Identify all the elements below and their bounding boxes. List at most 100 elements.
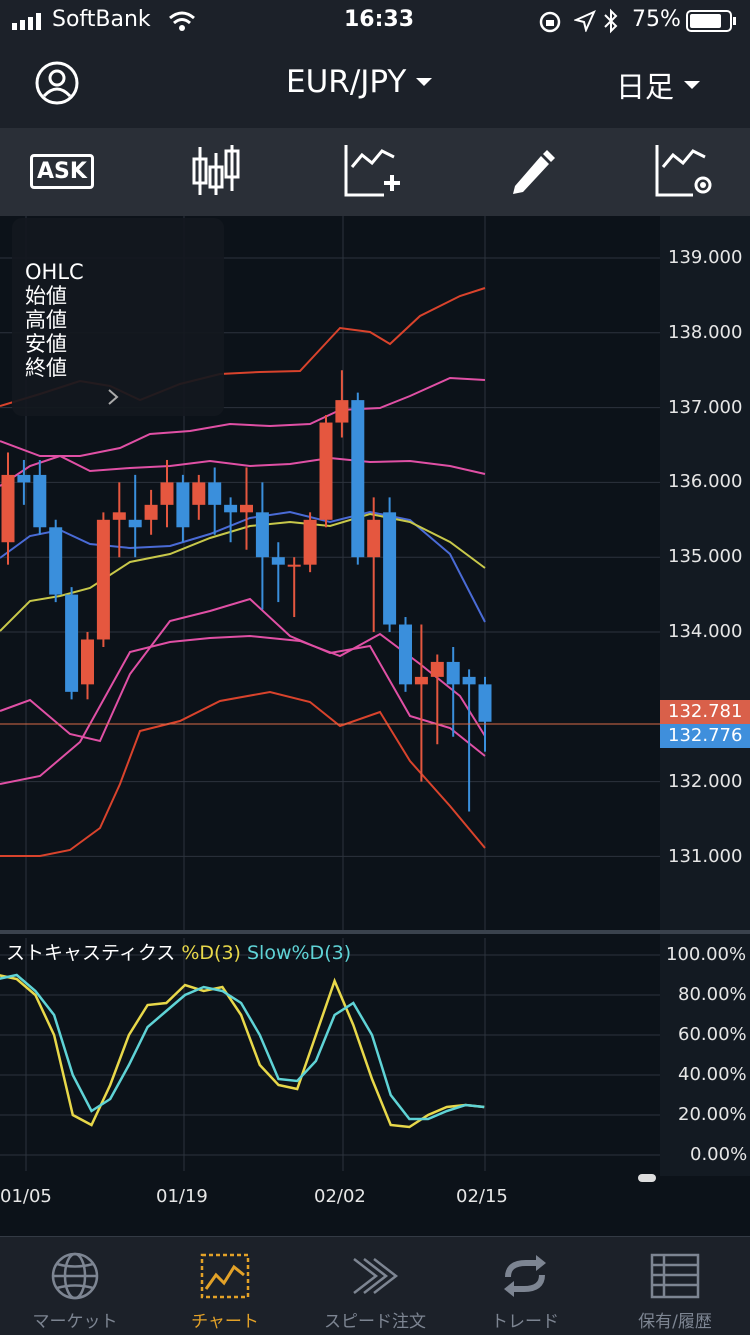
bluetooth-icon xyxy=(604,8,618,34)
period-selector[interactable]: 日足 xyxy=(616,64,702,106)
stoch-tick: 0.00% xyxy=(690,1144,748,1165)
bid-price-tag: 132.776 xyxy=(660,724,750,748)
candle-body xyxy=(478,684,492,722)
stochastic-d-label: %D(3) xyxy=(181,942,241,964)
ask-bid-toggle-button[interactable]: ASK xyxy=(22,138,102,204)
chart-icon xyxy=(200,1253,250,1299)
candle-body xyxy=(287,564,301,567)
candle-body xyxy=(33,474,47,528)
candle-body xyxy=(160,482,174,505)
scroll-indicator[interactable] xyxy=(638,1174,656,1182)
candle-body xyxy=(81,639,94,685)
ohlc-panel[interactable]: OHLC 始値 高値 安値 終値 xyxy=(12,218,224,416)
price-tick: 134.000 xyxy=(668,621,743,642)
location-icon xyxy=(574,10,596,32)
price-tick: 139.000 xyxy=(668,247,743,268)
candle-body xyxy=(65,594,79,692)
chevron-down-icon xyxy=(684,81,701,89)
candle-body xyxy=(414,676,428,685)
candle-body xyxy=(224,504,238,513)
stoch-tick: 100.00% xyxy=(666,944,747,965)
price-tick: 137.000 xyxy=(668,397,743,418)
band-line xyxy=(0,454,486,487)
stoch-tick: 60.00% xyxy=(678,1024,747,1045)
add-indicator-icon xyxy=(344,145,400,197)
candle-body xyxy=(383,512,397,625)
ohlc-high-label: 高値 xyxy=(25,308,67,332)
candle-body xyxy=(430,661,444,677)
ohlc-close-label: 終値 xyxy=(25,356,67,380)
chart-settings-button[interactable] xyxy=(646,138,726,204)
candle-body xyxy=(112,512,126,520)
candle-body xyxy=(446,661,460,685)
tab-market[interactable]: マーケット xyxy=(0,1237,150,1335)
status-bar: SoftBank 16:33 75% xyxy=(0,0,750,42)
candle-body xyxy=(399,624,412,685)
list-icon xyxy=(650,1253,700,1299)
ohlc-title: OHLC xyxy=(25,260,84,284)
chevron-right-icon[interactable] xyxy=(106,388,120,406)
candle-body xyxy=(96,519,110,640)
price-tick: 132.000 xyxy=(668,771,743,792)
chart-settings-icon xyxy=(655,145,712,197)
wifi-icon xyxy=(169,11,195,31)
clock: 16:33 xyxy=(344,7,415,32)
candle-body xyxy=(49,527,63,595)
currency-pair-label: EUR/JPY xyxy=(286,64,407,100)
tab-positions-history[interactable]: 保有/履歴 xyxy=(600,1237,750,1335)
signal-icon xyxy=(12,13,41,30)
candle-body xyxy=(1,474,15,543)
candle-body xyxy=(319,422,333,520)
stoch-tick: 40.00% xyxy=(678,1064,747,1085)
battery-icon xyxy=(686,10,736,32)
nav-bar: EUR/JPY 日足 xyxy=(0,42,750,128)
tab-bar: マーケット チャート スピード注文 トレード 保有/履歴 xyxy=(0,1236,750,1335)
tab-label: スピード注文 xyxy=(324,1312,426,1332)
candlestick-icon xyxy=(192,145,240,195)
tab-speed-order[interactable]: スピード注文 xyxy=(300,1237,450,1335)
tab-chart[interactable]: チャート xyxy=(150,1237,300,1335)
chevron-down-icon xyxy=(416,78,433,86)
draw-button[interactable] xyxy=(492,138,572,204)
candle-body xyxy=(192,482,206,505)
rotation-lock-icon xyxy=(539,11,561,33)
candle-body xyxy=(303,519,317,565)
price-tick: 131.000 xyxy=(668,846,743,867)
exchange-icon xyxy=(504,1255,546,1297)
candle-body xyxy=(240,504,253,513)
tab-label: マーケット xyxy=(32,1312,118,1332)
stochastic-title: ストキャスティクス xyxy=(6,942,176,964)
candle-body xyxy=(208,482,222,505)
date-tick: 01/19 xyxy=(156,1186,208,1207)
stoch-slowd-line xyxy=(0,973,485,1121)
candle-body xyxy=(144,504,158,520)
candle-body xyxy=(17,474,31,483)
account-icon[interactable] xyxy=(34,60,80,106)
ohlc-low-label: 安値 xyxy=(25,332,67,356)
speed-arrows-icon xyxy=(353,1258,399,1294)
pencil-icon xyxy=(513,150,555,194)
ask-label: ASK xyxy=(30,153,94,189)
candle-body xyxy=(271,557,285,565)
stoch-tick: 80.00% xyxy=(678,984,747,1005)
currency-pair-selector[interactable]: EUR/JPY xyxy=(286,64,434,100)
candle-body xyxy=(462,676,476,685)
period-label: 日足 xyxy=(616,70,675,104)
ask-price-tag: 132.781 xyxy=(660,700,750,724)
add-indicator-button[interactable] xyxy=(334,138,414,204)
candle-body xyxy=(255,512,269,558)
stochastic-slowd-label: Slow%D(3) xyxy=(247,942,352,964)
price-tick: 138.000 xyxy=(668,322,743,343)
tab-trade[interactable]: トレード xyxy=(450,1237,600,1335)
candle-body xyxy=(351,400,365,558)
carrier-label: SoftBank xyxy=(52,7,151,32)
candle-body xyxy=(367,519,381,558)
stochastic-legend: ストキャスティクス %D(3) Slow%D(3) xyxy=(6,938,351,965)
date-tick: 02/15 xyxy=(456,1186,508,1207)
chart-type-button[interactable] xyxy=(176,138,256,204)
candle-body xyxy=(176,482,190,528)
tab-label: 保有/履歴 xyxy=(638,1312,712,1332)
candle-body xyxy=(335,400,349,423)
date-tick: 02/02 xyxy=(314,1186,366,1207)
stoch-tick: 20.00% xyxy=(678,1104,747,1125)
